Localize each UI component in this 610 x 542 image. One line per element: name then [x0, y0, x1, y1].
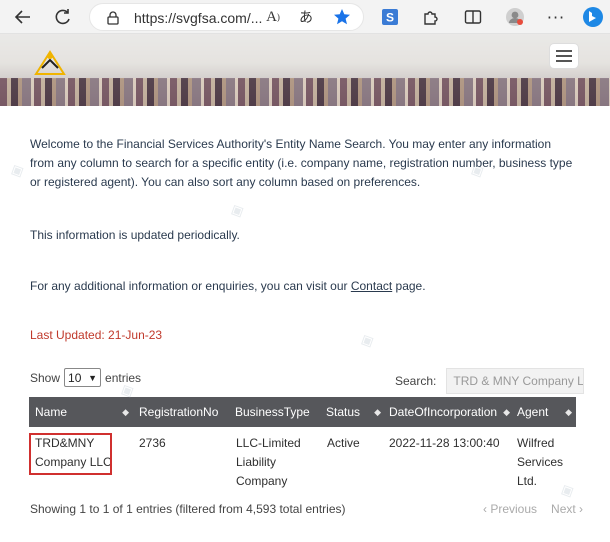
highlight-box	[29, 433, 112, 475]
menu-icon	[556, 50, 572, 62]
column-header-label: RegistrationNo	[139, 405, 219, 419]
cell-agent: Wilfred Services Ltd.	[517, 434, 563, 491]
cell-agent-line: Wilfred	[517, 436, 555, 450]
bing-icon[interactable]	[580, 4, 606, 30]
watermark-icon: ◈	[6, 158, 28, 183]
hamburger-menu-button[interactable]	[550, 44, 578, 68]
column-header-date[interactable]: DateOfIncorporation ◆	[383, 397, 514, 427]
contact-suffix: page.	[392, 279, 426, 293]
cell-agent-line: Services	[517, 455, 564, 469]
sort-icon: ◆	[374, 406, 381, 417]
search-label: Search:	[395, 374, 437, 388]
contact-link[interactable]: Contact	[351, 279, 392, 293]
column-header-agent[interactable]: Agent ◆	[511, 397, 576, 427]
last-updated-text: Last Updated: 21-Jun-23	[30, 328, 163, 342]
search-input[interactable]: TRD & MNY Company LLC	[446, 368, 585, 394]
entries-select-value: 10	[68, 370, 82, 385]
previous-label: Previous	[490, 502, 538, 516]
search-control: Search: TRD & MNY Company LLC	[395, 368, 585, 394]
column-header-registration[interactable]: RegistrationNo	[133, 397, 229, 427]
table-header: Name ◆ RegistrationNo BusinessType Status…	[29, 397, 576, 427]
cell-type-line: LLC-Limited	[236, 436, 301, 450]
column-header-label: Status	[326, 405, 361, 419]
banner-cityscape	[0, 78, 610, 106]
column-header-label: DateOfIncorporation	[389, 405, 498, 419]
sort-icon: ◆	[565, 406, 572, 417]
translate-icon[interactable]: あ	[293, 4, 319, 30]
column-header-business-type[interactable]: BusinessType	[229, 397, 321, 427]
table-info: Showing 1 to 1 of 1 entries (filtered fr…	[30, 502, 346, 516]
browser-toolbar: https://svgfsa.com/... A) あ S ···	[0, 0, 610, 34]
show-label: Show	[30, 370, 61, 385]
watermark-icon: ◈	[356, 328, 378, 353]
page-length-control: Show 10 ▼ entries	[30, 368, 141, 387]
refresh-icon[interactable]	[50, 4, 76, 30]
favorite-star-icon[interactable]	[329, 4, 355, 30]
banner-sky	[0, 34, 610, 79]
cell-agent-line: Ltd.	[517, 474, 538, 488]
sort-icon: ◆	[122, 406, 129, 417]
cell-date-of-incorporation: 2022-11-28 13:00:40	[389, 436, 500, 450]
next-button[interactable]: Next ›	[551, 502, 583, 516]
puzzle-icon[interactable]	[418, 4, 444, 30]
fsa-logo-icon[interactable]	[32, 46, 68, 78]
more-icon[interactable]: ···	[543, 4, 569, 30]
watermark-icon: ◈	[226, 198, 248, 223]
extension-s-icon[interactable]: S	[377, 4, 403, 30]
lock-icon[interactable]	[100, 5, 126, 31]
entries-select[interactable]: 10 ▼	[64, 368, 102, 387]
pagination: ‹ Previous Next ›	[483, 502, 583, 516]
profile-icon[interactable]	[502, 4, 528, 30]
site-banner	[0, 34, 610, 106]
intro-paragraph: Welcome to the Financial Services Author…	[30, 137, 573, 189]
sort-icon: ◆	[503, 406, 510, 417]
column-header-name[interactable]: Name ◆	[29, 397, 133, 427]
column-header-label: Agent	[517, 405, 549, 419]
next-label: Next	[551, 502, 576, 516]
contact-paragraph: For any additional information or enquir…	[30, 277, 426, 296]
previous-button[interactable]: ‹ Previous	[483, 502, 537, 516]
cell-type-line: Liability	[236, 455, 277, 469]
read-aloud-icon[interactable]: A)	[260, 4, 286, 30]
split-screen-icon[interactable]	[460, 4, 486, 30]
cell-registration-no: 2736	[139, 436, 166, 450]
column-header-label: Name	[35, 405, 68, 419]
cell-type-line: Company	[236, 474, 288, 488]
back-icon[interactable]	[10, 4, 36, 30]
contact-prefix: For any additional information or enquir…	[30, 279, 351, 293]
cell-status: Active	[327, 436, 360, 450]
chevron-right-icon: ›	[575, 502, 584, 516]
entries-label: entries	[105, 370, 142, 385]
column-header-status[interactable]: Status ◆	[320, 397, 385, 427]
address-bar[interactable]: https://svgfsa.com/...	[89, 3, 364, 31]
periodic-update-note: This information is updated periodically…	[30, 228, 240, 242]
cell-business-type: LLC-Limited Liability Company	[236, 434, 301, 491]
url-text[interactable]: https://svgfsa.com/...	[134, 10, 262, 26]
svg-text:S: S	[386, 11, 394, 25]
chevron-down-icon: ▼	[88, 372, 98, 383]
column-header-label: BusinessType	[235, 405, 310, 419]
